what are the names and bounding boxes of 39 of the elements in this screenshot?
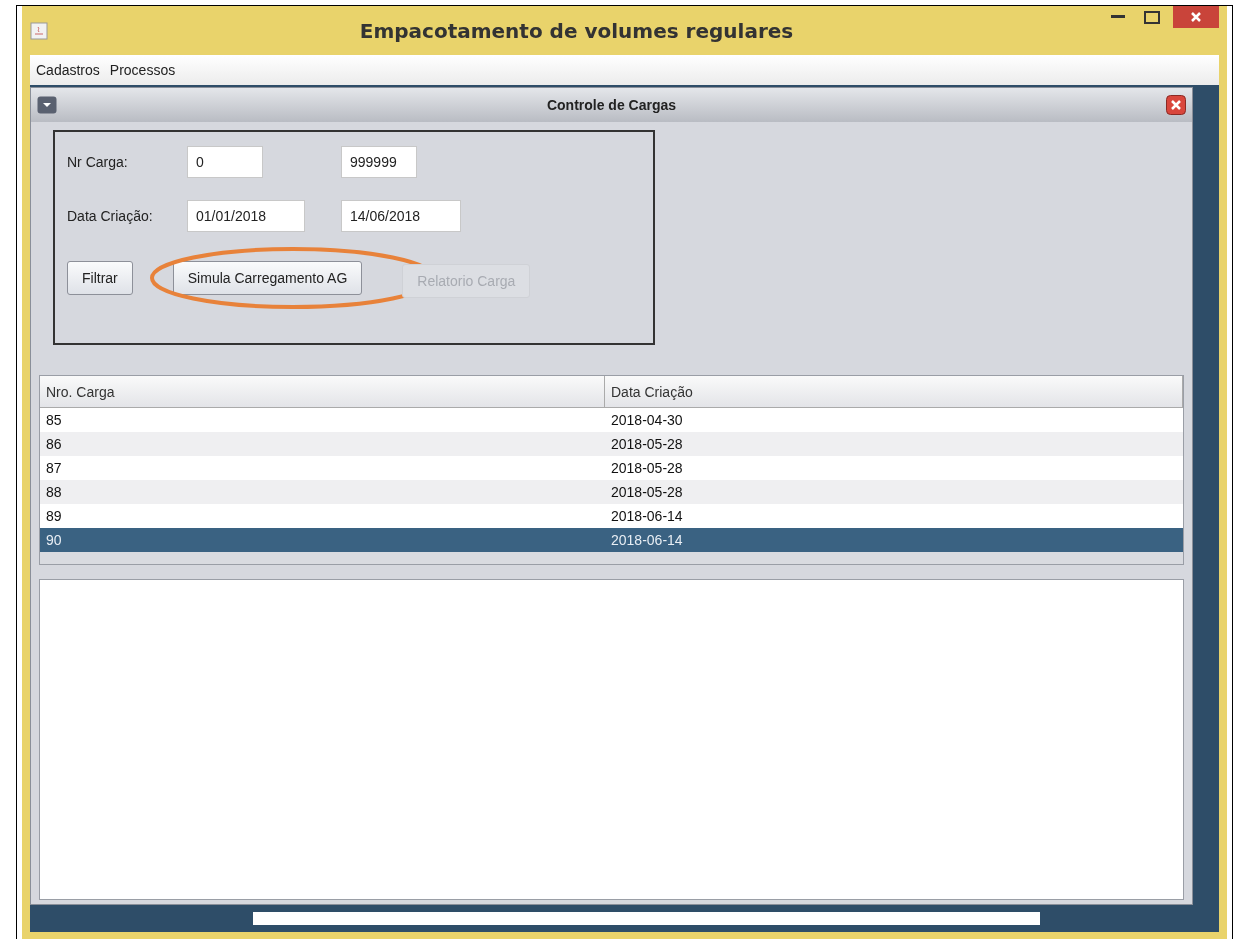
frame-menu-icon[interactable] [37,96,57,114]
close-icon[interactable] [1166,95,1186,115]
column-header[interactable]: Nro. Carga [40,376,605,408]
from-field[interactable]: 0 [187,146,263,178]
table-cell-text: 2018-05-28 [610,435,684,454]
scrollbar-thumb[interactable] [253,912,1040,925]
menu-item[interactable]: Processos [109,62,176,79]
field-label: Data Criação: [67,208,154,224]
table-cell-text: 89 [45,507,63,526]
table-cell-text: 90 [45,531,63,550]
from-field[interactable]: 01/01/2018 [187,200,305,232]
menu-item[interactable]: Cadastros [36,62,100,79]
column-header[interactable]: Data Criação [605,376,1183,408]
table-cell-text: 2018-06-14 [610,507,684,526]
action-button[interactable]: Simula Carregamento AG [172,261,363,295]
table-row[interactable]: 88 2018-05-28 [40,480,1183,504]
table-row[interactable]: 85 2018-04-30 [40,408,1183,432]
to-field[interactable]: 14/06/2018 [341,200,461,232]
table-cell-text: 86 [45,435,63,454]
close-button[interactable] [1173,6,1219,28]
field-label: Nr Carga: [67,154,129,170]
table-row[interactable]: 86 2018-05-28 [40,432,1183,456]
frame-title: Controle de Cargas [545,97,678,113]
action-button[interactable]: Filtrar [67,261,133,295]
table-cell-text: 85 [45,411,63,430]
table-row[interactable]: 90 2018-06-14 [40,528,1183,552]
table-cell-text: 2018-05-28 [610,459,684,478]
minimize-icon [1111,15,1125,19]
window-title: Empacotamento de volumes regulares [358,18,795,43]
table-cell-text: 2018-05-28 [610,483,684,502]
to-field[interactable]: 999999 [341,146,417,178]
table-row[interactable]: 89 2018-06-14 [40,504,1183,528]
table-row[interactable]: 87 2018-05-28 [40,456,1183,480]
table-cell-text: 88 [45,483,63,502]
table-cell-text: 2018-06-14 [610,531,684,550]
table-cell-text: 2018-04-30 [610,411,684,430]
maximize-icon [1144,10,1160,24]
close-icon [1190,11,1202,23]
table-cell-text: 87 [45,459,63,478]
